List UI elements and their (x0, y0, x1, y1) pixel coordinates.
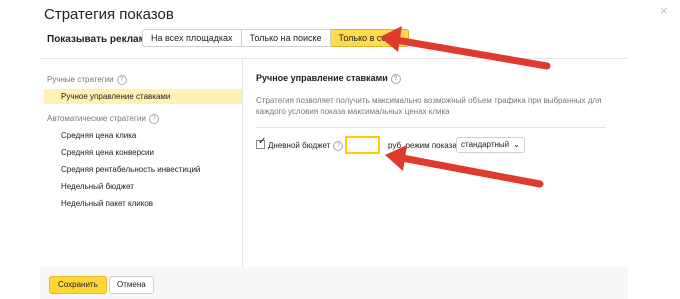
arrow-to-networks-option (380, 26, 551, 70)
annotation-arrows (380, 26, 551, 188)
arrow-to-budget-input (385, 145, 544, 188)
